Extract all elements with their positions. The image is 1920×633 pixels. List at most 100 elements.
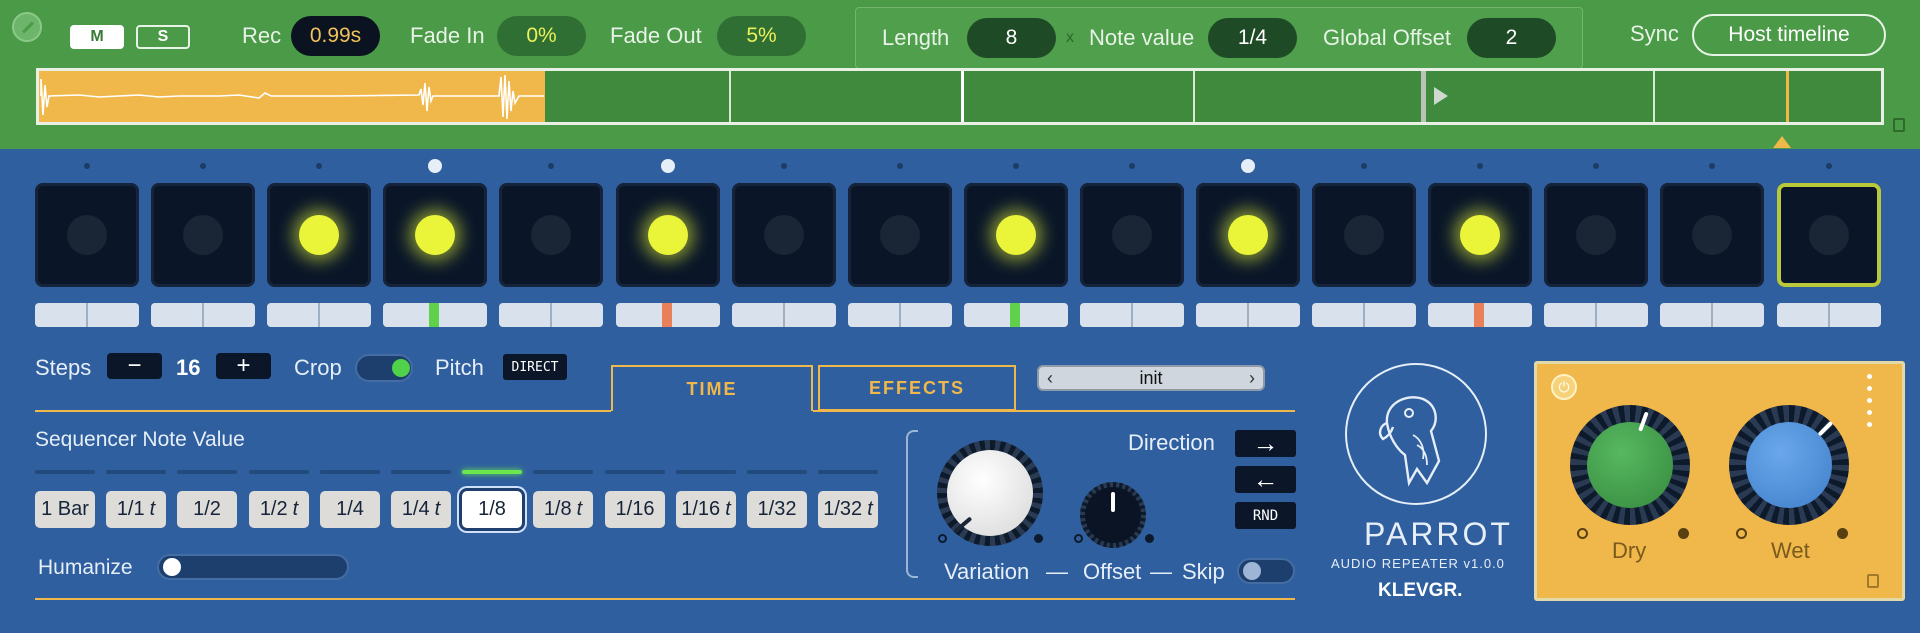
note-value-button[interactable]: 1/8: [462, 491, 522, 528]
global-offset-label: Global Offset: [1323, 25, 1451, 50]
direction-label: Direction: [1128, 430, 1215, 455]
rec-length-value[interactable]: 0.99s: [291, 16, 380, 56]
lock-icon[interactable]: [1893, 118, 1905, 132]
dry-knob[interactable]: [1570, 405, 1690, 525]
step-pitch-slider-15[interactable]: [1660, 303, 1764, 327]
note-value-button[interactable]: 1/32 t: [818, 491, 878, 528]
step-pad-5[interactable]: [499, 183, 603, 287]
step-pad-4[interactable]: [383, 183, 487, 287]
step-pitch-slider-6[interactable]: [616, 303, 720, 327]
step-indicator: [661, 159, 675, 173]
note-value-label: 1/2: [259, 498, 288, 520]
step-pitch-slider-3[interactable]: [267, 303, 371, 327]
sync-mode-button[interactable]: Host timeline: [1692, 14, 1886, 56]
wet-knob[interactable]: [1729, 405, 1849, 525]
pitch-center-line: [1595, 303, 1597, 327]
fade-out-value[interactable]: 5%: [717, 16, 806, 56]
pitch-center-line: [1711, 303, 1713, 327]
step-pad-11[interactable]: [1196, 183, 1300, 287]
pitch-center-line: [550, 303, 552, 327]
note-value-button[interactable]: 1/16 t: [676, 491, 736, 528]
step-pad-2[interactable]: [151, 183, 255, 287]
mono-button[interactable]: M: [70, 25, 124, 49]
offset-knob[interactable]: [1080, 482, 1146, 548]
pitch-center-line: [899, 303, 901, 327]
steps-label: Steps: [35, 355, 92, 380]
step-pitch-slider-8[interactable]: [848, 303, 952, 327]
tab-effects[interactable]: EFFECTS: [818, 365, 1016, 411]
fade-in-value[interactable]: 0%: [497, 16, 586, 56]
step-pitch-slider-11[interactable]: [1196, 303, 1300, 327]
step-pitch-slider-4[interactable]: [383, 303, 487, 327]
note-value-button[interactable]: 1/4 t: [391, 491, 451, 528]
step-pad-16[interactable]: [1777, 183, 1881, 287]
sync-label: Sync: [1630, 21, 1679, 46]
variation-knob[interactable]: [937, 440, 1043, 546]
note-value-button[interactable]: 1/2 t: [249, 491, 309, 528]
note-value-value[interactable]: 1/4: [1208, 18, 1297, 58]
direction-backward-button[interactable]: ←: [1235, 464, 1296, 494]
step-pitch-slider-12[interactable]: [1312, 303, 1416, 327]
note-value-button[interactable]: 1/32: [747, 491, 807, 528]
step-pad-12[interactable]: [1312, 183, 1416, 287]
step-pad-10[interactable]: [1080, 183, 1184, 287]
step-pad-14[interactable]: [1544, 183, 1648, 287]
step-pitch-slider-14[interactable]: [1544, 303, 1648, 327]
humanize-slider[interactable]: [157, 554, 349, 580]
power-icon[interactable]: ⏻: [1551, 374, 1577, 400]
step-pitch-slider-9[interactable]: [964, 303, 1068, 327]
stereo-button[interactable]: S: [136, 25, 190, 49]
step-pitch-slider-5[interactable]: [499, 303, 603, 327]
direction-random-button[interactable]: RND: [1235, 502, 1296, 529]
skip-toggle[interactable]: [1237, 558, 1295, 584]
direction-forward-button[interactable]: →: [1235, 428, 1296, 458]
meter-dot: [1867, 398, 1872, 403]
loop-marker[interactable]: [1421, 71, 1426, 122]
step-led: [183, 215, 223, 255]
pitch-mode-button[interactable]: DIRECT: [503, 354, 567, 380]
meter-dot: [1867, 410, 1872, 415]
waveform-display[interactable]: [36, 68, 1884, 125]
bypass-icon[interactable]: [12, 12, 42, 42]
global-offset-value[interactable]: 2: [1467, 18, 1556, 58]
steps-increase-button[interactable]: +: [216, 352, 271, 379]
wet-knob-pointer: [1817, 420, 1834, 437]
preset-selector[interactable]: ‹ init ›: [1037, 365, 1265, 391]
mix-lock-icon[interactable]: [1867, 574, 1879, 588]
humanize-slider-thumb[interactable]: [163, 558, 181, 576]
note-value-button[interactable]: 1/4: [320, 491, 380, 528]
play-start-icon: [1434, 87, 1448, 105]
note-value-button[interactable]: 1/8 t: [533, 491, 593, 528]
step-pad-13[interactable]: [1428, 183, 1532, 287]
step-pitch-slider-1[interactable]: [35, 303, 139, 327]
note-value-button[interactable]: 1/16: [605, 491, 665, 528]
steps-decrease-button[interactable]: −: [107, 352, 162, 379]
tab-time[interactable]: TIME: [611, 365, 813, 411]
step-led: [1344, 215, 1384, 255]
step-pitch-slider-2[interactable]: [151, 303, 255, 327]
preset-prev-icon[interactable]: ‹: [1047, 368, 1053, 389]
step-pad-6[interactable]: [616, 183, 720, 287]
dash-separator: —: [1046, 559, 1068, 584]
step-pitch-slider-10[interactable]: [1080, 303, 1184, 327]
step-pad-3[interactable]: [267, 183, 371, 287]
note-value-button[interactable]: 1 Bar: [35, 491, 95, 528]
step-led: [1576, 215, 1616, 255]
preset-next-icon[interactable]: ›: [1249, 368, 1255, 389]
playhead-triangle-icon: [1773, 136, 1791, 148]
note-value-button[interactable]: 1/1 t: [106, 491, 166, 528]
step-pad-15[interactable]: [1660, 183, 1764, 287]
step-pitch-slider-13[interactable]: [1428, 303, 1532, 327]
note-value-button[interactable]: 1/2: [177, 491, 237, 528]
step-pad-1[interactable]: [35, 183, 139, 287]
step-led: [996, 215, 1036, 255]
step-pad-8[interactable]: [848, 183, 952, 287]
length-value[interactable]: 8: [967, 18, 1056, 58]
step-pad-7[interactable]: [732, 183, 836, 287]
step-pitch-slider-7[interactable]: [732, 303, 836, 327]
step-led: [648, 215, 688, 255]
pitch-offset-marker: [1010, 303, 1020, 327]
crop-toggle[interactable]: [355, 354, 413, 382]
step-pad-9[interactable]: [964, 183, 1068, 287]
step-pitch-slider-16[interactable]: [1777, 303, 1881, 327]
